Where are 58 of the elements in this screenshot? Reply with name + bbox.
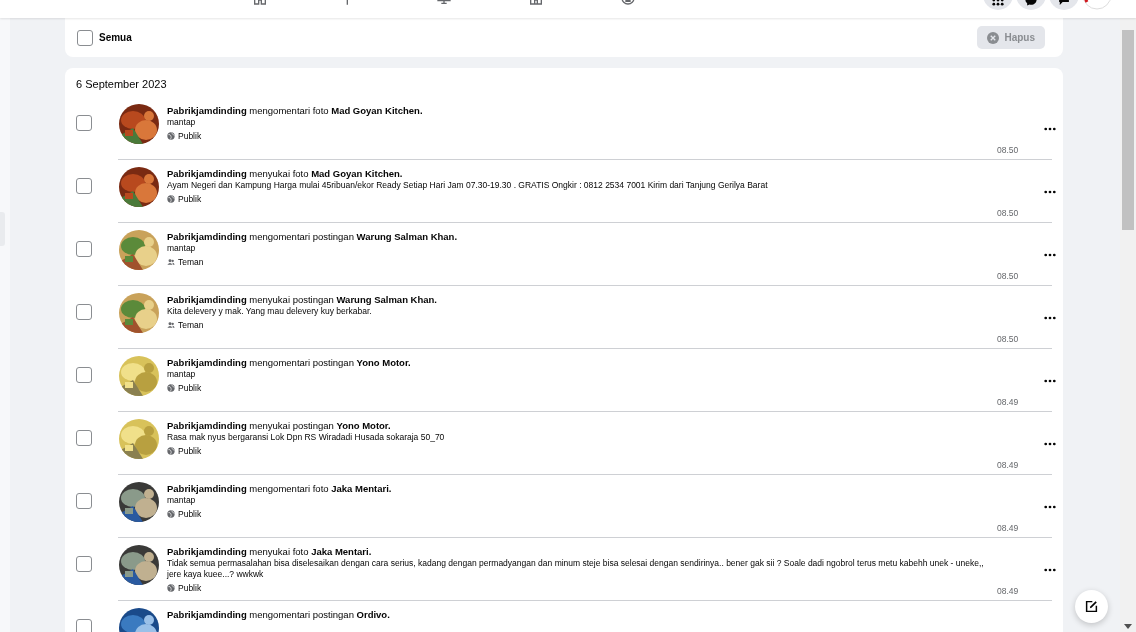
select-all-checkbox[interactable]	[77, 29, 93, 46]
activity-time: 08.50	[997, 208, 1019, 218]
activity-text: Pabrikjamdinding menyukai postingan Warung Salman Khan.	[167, 293, 438, 306]
audience-label: Publik	[178, 131, 202, 141]
date-heading: 6 September 2023	[76, 78, 168, 90]
scroll-down-icon[interactable]	[1124, 624, 1132, 629]
globe-icon	[167, 195, 175, 203]
activity-time: 08.50	[997, 145, 1019, 155]
row-checkbox[interactable]	[76, 367, 92, 383]
globe-icon	[167, 510, 175, 518]
row-checkbox[interactable]	[76, 241, 92, 257]
activity-text: Pabrikjamdinding mengomentari foto Mad Goyan Kitchen.	[167, 104, 424, 117]
close-circle-icon	[987, 31, 1000, 44]
row-checkbox[interactable]	[76, 178, 92, 194]
globe-icon	[167, 584, 175, 592]
activity-detail: mantap	[167, 117, 197, 128]
activity-text: Pabrikjamdinding menyukai postingan Yono Motor.	[167, 419, 392, 432]
activity-time: 08.49	[997, 586, 1019, 596]
activity-detail: mantap	[167, 495, 197, 506]
row-checkbox[interactable]	[76, 430, 92, 446]
activity-text: Pabrikjamdinding mengomentari postingan Yono Motor.	[167, 356, 412, 369]
activity-detail: mantap	[167, 243, 197, 254]
activity-text: Pabrikjamdinding menyukai foto Jaka Mentari.	[167, 545, 373, 558]
activity-detail: Rasa mak nyus bergaransi Lok Dpn RS Wiradadi Husada sokaraja 50_70	[167, 432, 446, 443]
audience-label: Publik	[178, 194, 202, 204]
activity-text: Pabrikjamdinding menyukai foto Mad Goyan Kitchen.	[167, 167, 404, 180]
scrollbar-thumb[interactable]	[1122, 30, 1134, 230]
activity-time: 08.49	[997, 397, 1019, 407]
activity-detail: Ayam Negeri dan Kampung Harga mulai 45ribuan/ekor Ready Setiap Hari Jam 07.30-19.30 . GRATIS Ongkir : 0812 2534 7001 Kirim dari Tanjung Gerilya Barat	[167, 180, 769, 191]
activity-detail: mantap	[167, 369, 197, 380]
globe-icon	[167, 132, 175, 140]
activity-text: Pabrikjamdinding mengomentari postingan Warung Salman Khan.	[167, 230, 459, 243]
activity-time: 08.49	[997, 460, 1019, 470]
audience-label: Publik	[178, 509, 202, 519]
audience-label: Publik	[178, 383, 202, 393]
select-all-label: Semua	[99, 32, 132, 43]
row-checkbox[interactable]	[76, 115, 92, 131]
audience-label: Teman	[178, 320, 204, 330]
audience-label: Publik	[178, 446, 202, 456]
edit-icon	[1085, 600, 1098, 613]
activity-detail: Kita delevery y mak. Yang mau delevery kuy berkabar.	[167, 306, 373, 317]
row-checkbox[interactable]	[76, 304, 92, 320]
audience-label: Teman	[178, 257, 204, 267]
row-checkbox[interactable]	[76, 619, 92, 632]
globe-icon	[167, 447, 175, 455]
activity-detail: Tidak semua permasalahan bisa diselesaikan dengan cara serius, kadang dengan permadyangan dan minum steje bisa selesai dengan sendirinya.. bener gak sii ? Soale dadi ngobrol terus metu kabehh unek - uneke,, jere kaya kuee...? wwkwk	[167, 558, 985, 580]
compose-button[interactable]	[1075, 590, 1108, 623]
activity-time: 08.50	[997, 271, 1019, 281]
friends-icon	[167, 258, 175, 266]
row-checkbox[interactable]	[76, 556, 92, 572]
audience-label: Publik	[178, 583, 202, 593]
activity-text: Pabrikjamdinding mengomentari foto Jaka Mentari.	[167, 482, 393, 495]
row-checkbox[interactable]	[76, 493, 92, 509]
activity-time: 08.49	[997, 523, 1019, 533]
friends-icon	[167, 321, 175, 329]
activity-text: Pabrikjamdinding mengomentari postingan Ordivo.	[167, 608, 391, 621]
activity-time: 08.50	[997, 334, 1019, 344]
globe-icon	[167, 384, 175, 392]
